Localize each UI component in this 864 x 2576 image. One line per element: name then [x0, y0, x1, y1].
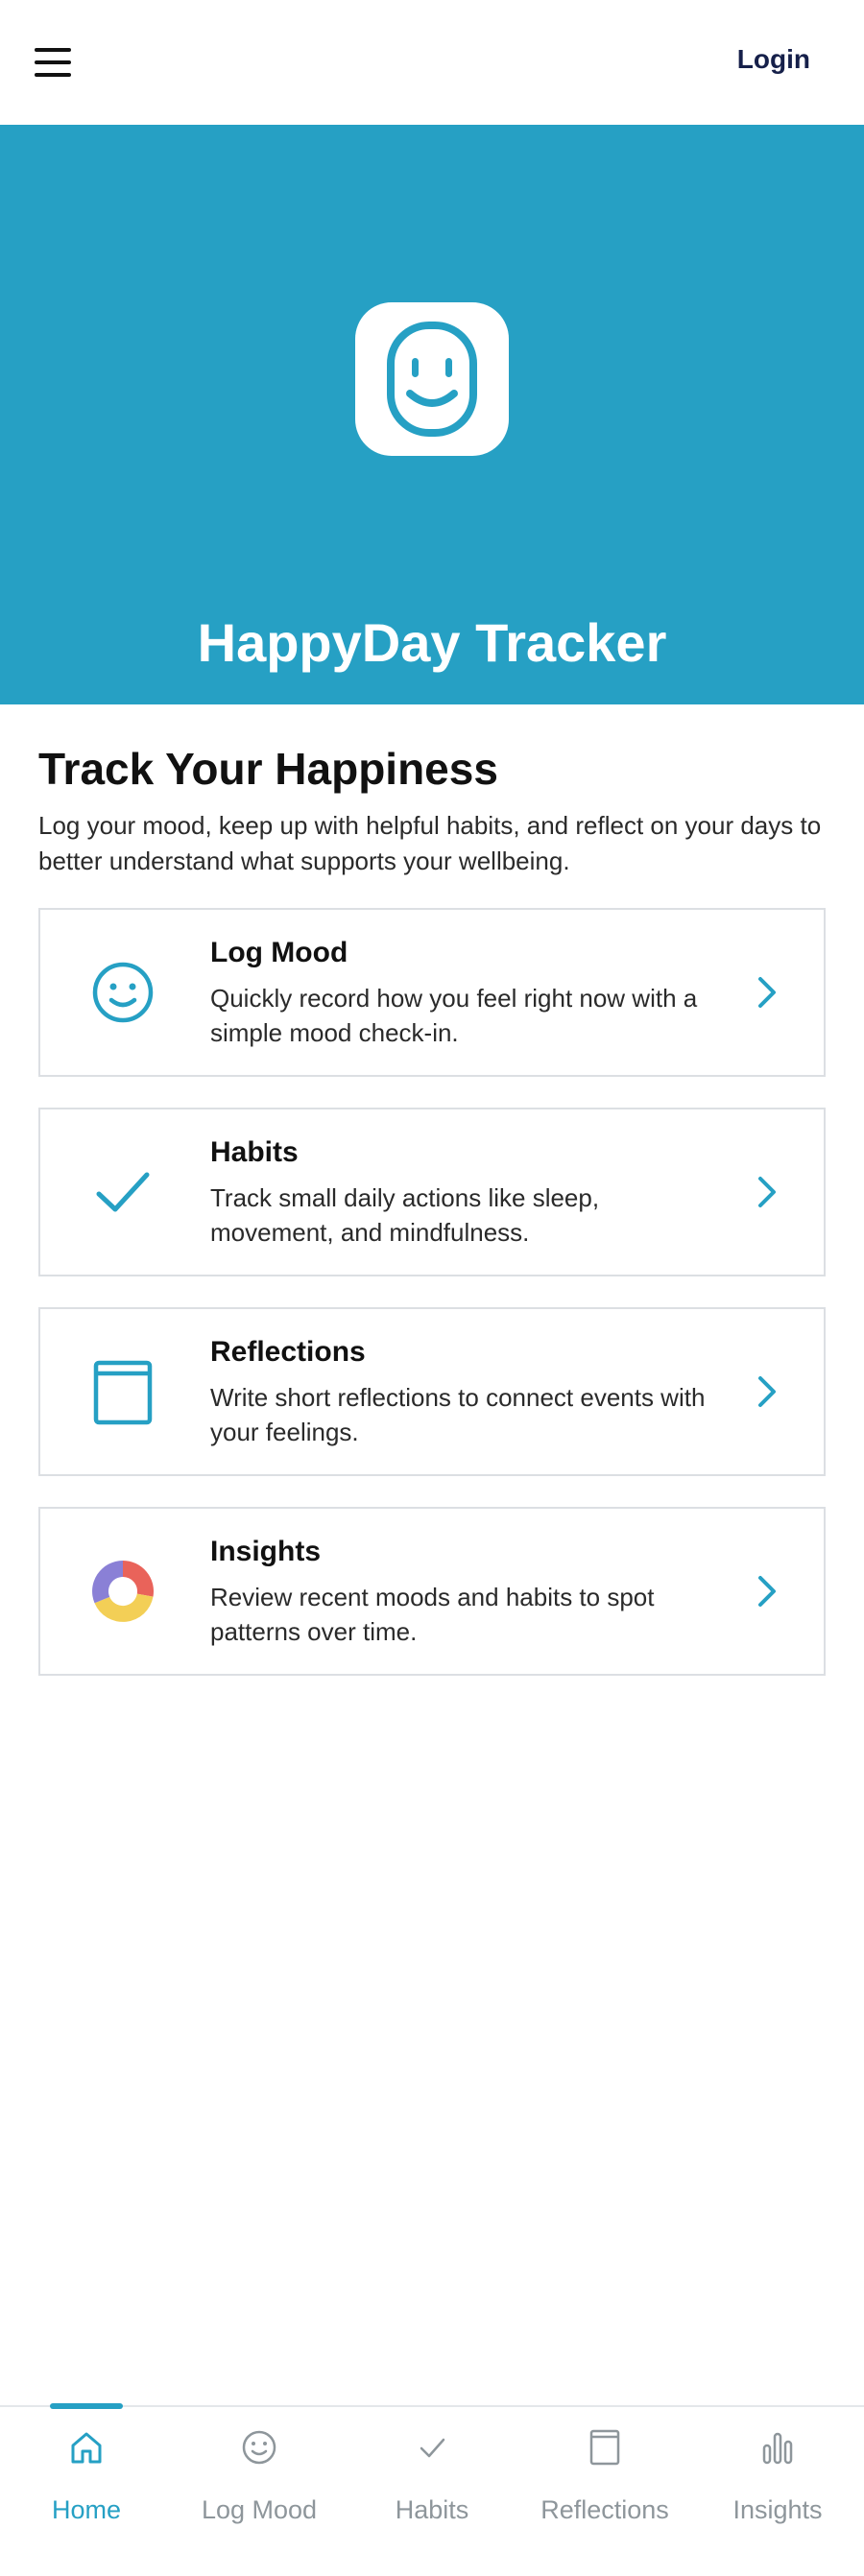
- card-title: Reflections: [210, 1336, 366, 1368]
- home-icon: [71, 2432, 102, 2464]
- nav-insights[interactable]: Insights: [691, 2407, 864, 2576]
- menu-line: [35, 48, 71, 52]
- journal-icon: [93, 1360, 153, 1425]
- app-title: HappyDay Tracker: [197, 612, 667, 673]
- card-description: Track small daily actions like sleep, mo…: [210, 1183, 600, 1247]
- nav-label: Reflections: [540, 2495, 669, 2524]
- section-description: Log your mood, keep up with helpful habi…: [38, 811, 822, 875]
- hamburger-menu-icon[interactable]: [35, 46, 73, 79]
- card-title: Insights: [210, 1536, 322, 1567]
- smile-icon: [92, 962, 154, 1023]
- chevron-right-icon: [758, 977, 776, 1008]
- card-description: Review recent moods and habits to spot p…: [210, 1583, 655, 1646]
- donut-chart-icon: [92, 1561, 154, 1622]
- card-title: Habits: [210, 1136, 299, 1168]
- card-description: Quickly record how you feel right now wi…: [210, 984, 698, 1047]
- nav-label: Log Mood: [201, 2495, 318, 2524]
- hero-banner: HappyDay Tracker: [0, 125, 864, 704]
- menu-line: [35, 73, 71, 77]
- checkmark-icon: [96, 1172, 150, 1212]
- top-bar: Login: [0, 0, 864, 125]
- bottom-navigation: Home Log Mood Habits Reflections Insight…: [0, 2403, 864, 2576]
- bar-chart-icon: [762, 2432, 793, 2465]
- chevron-right-icon: [758, 1576, 776, 1607]
- menu-line: [35, 60, 71, 64]
- nav-habits[interactable]: Habits: [346, 2407, 518, 2576]
- section-title: Track Your Happiness: [38, 744, 498, 794]
- card-log-mood[interactable]: Log Mood Quickly record how you feel rig…: [38, 908, 826, 1077]
- card-description: Write short reflections to connect event…: [210, 1383, 706, 1446]
- app-logo: [355, 302, 509, 456]
- chevron-right-icon: [758, 1177, 776, 1207]
- nav-home[interactable]: Home: [0, 2403, 173, 2576]
- login-button[interactable]: Login: [737, 44, 810, 75]
- nav-label: Home: [51, 2495, 122, 2524]
- nav-log-mood[interactable]: Log Mood: [173, 2407, 346, 2576]
- smile-icon: [242, 2430, 276, 2465]
- card-title: Log Mood: [210, 937, 348, 968]
- smile-face-icon: [387, 322, 477, 437]
- chevron-right-icon: [758, 1376, 776, 1407]
- checkmark-icon: [420, 2438, 445, 2458]
- card-reflections[interactable]: Reflections Write short reflections to c…: [38, 1307, 826, 1476]
- nav-label: Insights: [732, 2495, 823, 2524]
- journal-icon: [589, 2429, 620, 2466]
- active-indicator: [50, 2403, 123, 2409]
- card-habits[interactable]: Habits Track small daily actions like sl…: [38, 1108, 826, 1276]
- card-insights[interactable]: Insights Review recent moods and habits …: [38, 1507, 826, 1676]
- nav-label: Habits: [395, 2495, 469, 2524]
- nav-reflections[interactable]: Reflections: [518, 2407, 691, 2576]
